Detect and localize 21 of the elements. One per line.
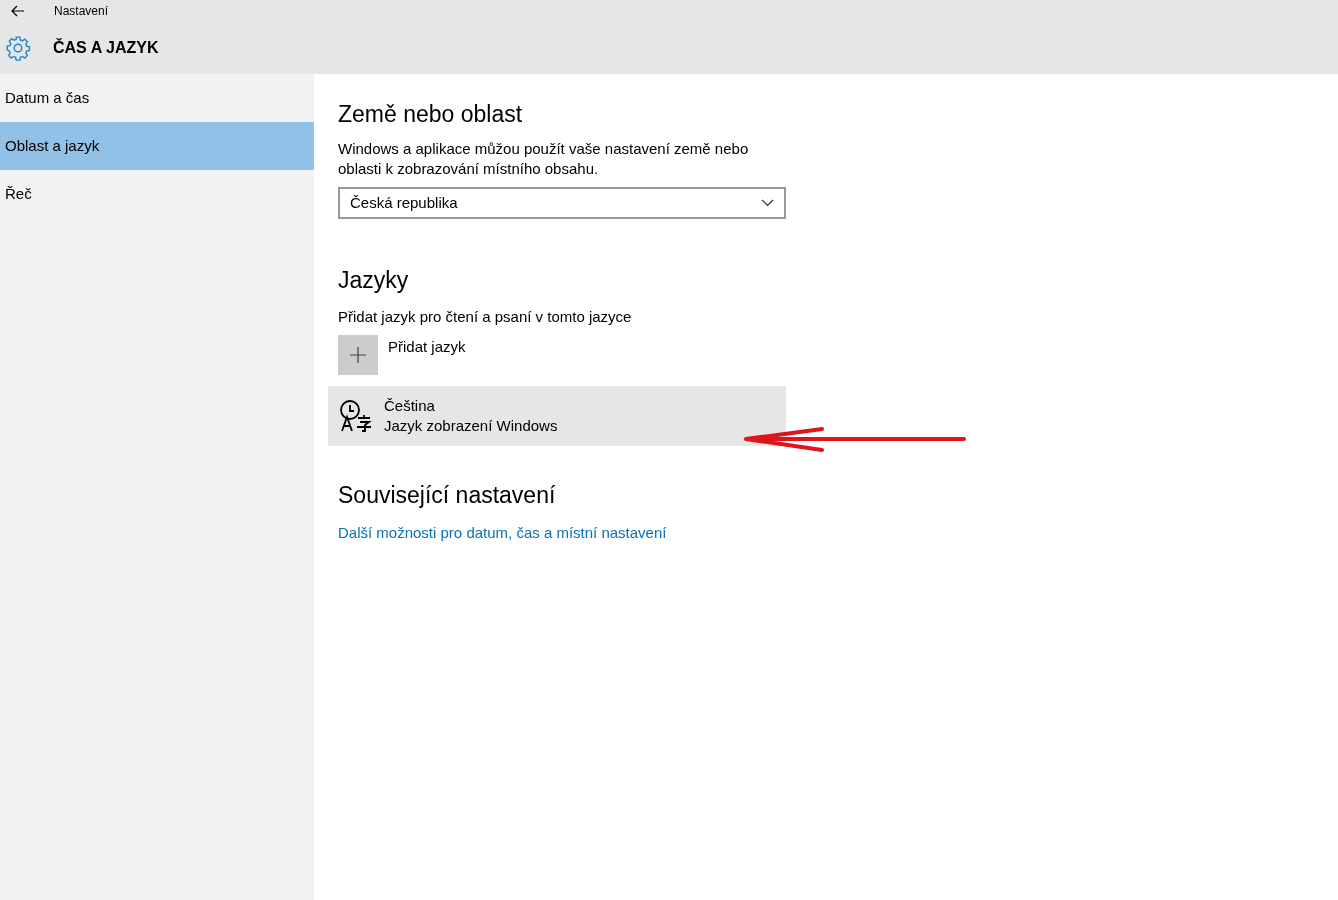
window-title: Nastavení: [54, 3, 109, 20]
sidebar-item[interactable]: Řeč: [0, 170, 314, 218]
language-icon: [338, 398, 374, 434]
chevron-down-icon: [761, 199, 774, 207]
language-subtitle: Jazyk zobrazení Windows: [384, 416, 558, 436]
country-dropdown[interactable]: Česká republika: [338, 187, 786, 219]
plus-icon: [338, 335, 378, 375]
back-arrow-icon: [11, 5, 25, 17]
language-name: Čeština: [384, 396, 436, 416]
description-text: Přidat jazyk pro čtení a psaní v tomto jazyce: [338, 307, 633, 327]
page-title: ČAS A JAZYK: [53, 37, 159, 58]
add-language-button[interactable]: Přidat jazyk: [338, 335, 466, 375]
sidebar-item[interactable]: Oblast a jazyk: [0, 122, 314, 170]
language-item[interactable]: Čeština Jazyk zobrazení Windows: [328, 386, 786, 446]
section-heading: Jazyky: [338, 266, 410, 295]
settings-icon: [5, 35, 31, 61]
section-heading: Země nebo oblast: [338, 100, 524, 129]
settings-link[interactable]: Další možnosti pro datum, čas a místní nastavení: [338, 522, 667, 545]
description-text: Windows a aplikace můžou použít vaše nastavení země nebo oblasti k zobrazování místního obsahu.: [338, 139, 750, 179]
section-heading: Související nastavení: [338, 481, 557, 510]
sidebar-item[interactable]: Datum a čas: [0, 74, 314, 122]
